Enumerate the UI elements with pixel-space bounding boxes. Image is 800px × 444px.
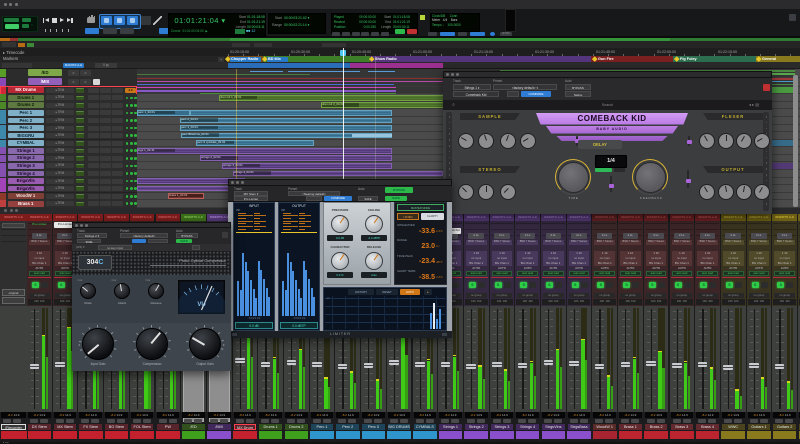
svg-text:VU: VU [197,302,205,308]
